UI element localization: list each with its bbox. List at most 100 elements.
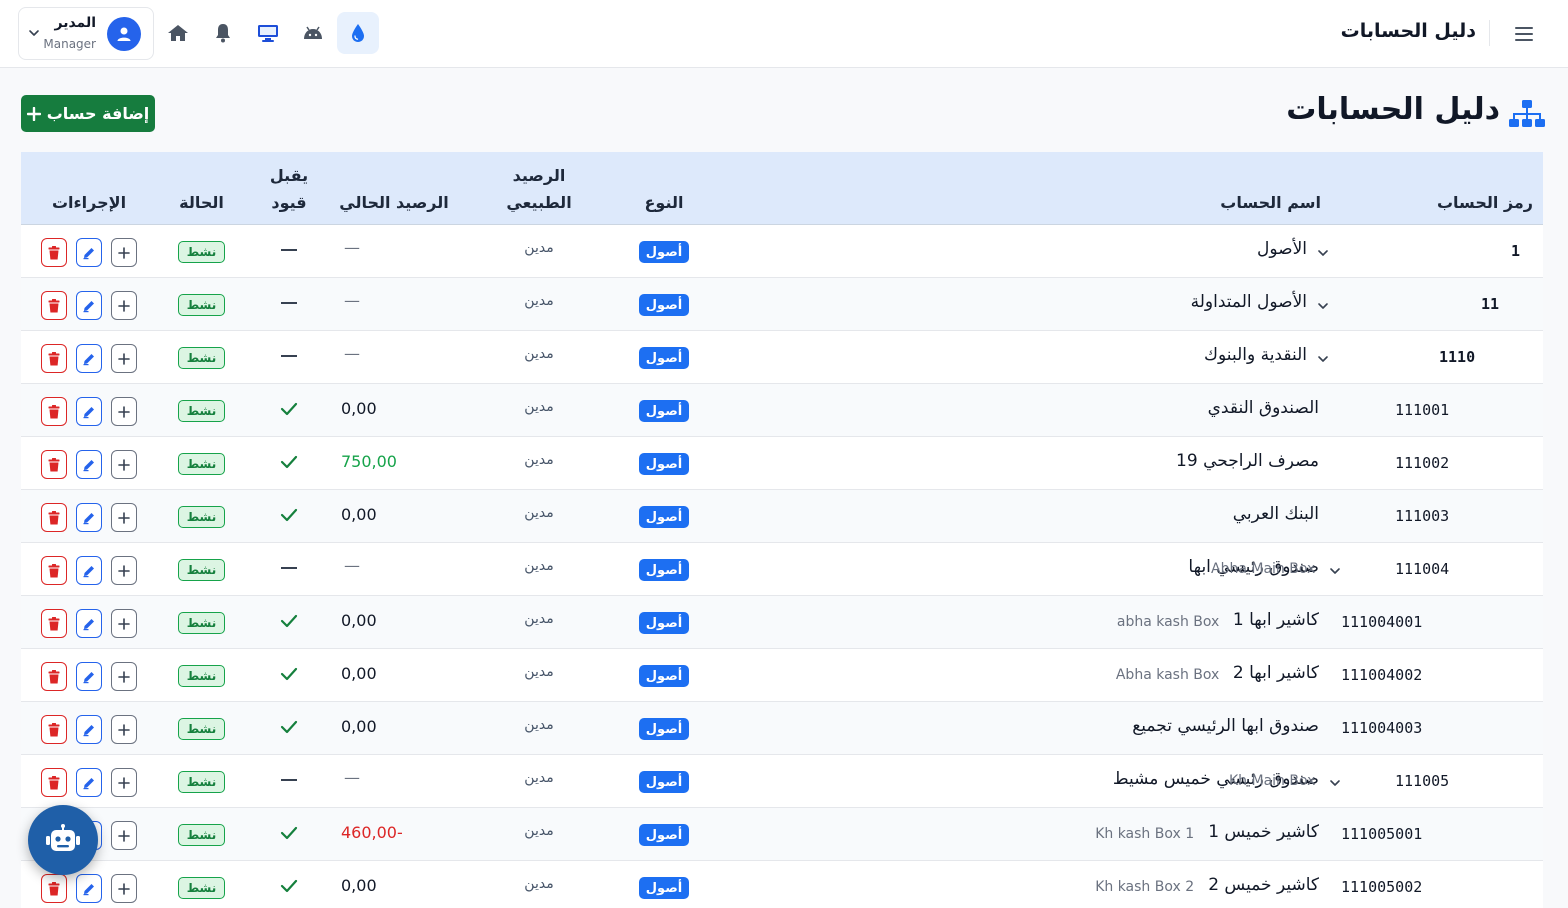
avatar: [107, 17, 141, 51]
expand-toggle[interactable]: [1317, 297, 1329, 309]
table-row[interactable]: 1 الأصول أصول مدين — نشط: [21, 225, 1543, 278]
current-balance: 0,00: [341, 399, 377, 418]
natural-balance: مدين: [524, 293, 554, 309]
pencil-icon: [83, 883, 94, 895]
table-row[interactable]: 111004003 صندوق ابها الرئيسي تجميع أصول مدي…: [21, 702, 1543, 755]
add-child-button[interactable]: [111, 344, 137, 373]
delete-button[interactable]: [41, 344, 67, 373]
table-row[interactable]: 111004002 كاشير ابها 2 Abha kash Box أصول مد…: [21, 649, 1543, 702]
account-name: كاشير ابها 2: [1232, 663, 1319, 683]
add-child-button[interactable]: [111, 397, 137, 426]
expand-toggle[interactable]: [1317, 350, 1329, 362]
delete-button[interactable]: [41, 238, 67, 267]
account-code: 111004002: [1341, 666, 1423, 684]
delete-button[interactable]: [41, 556, 67, 585]
natural-balance: مدين: [524, 823, 554, 839]
edit-button[interactable]: [76, 768, 102, 797]
add-child-button[interactable]: [111, 662, 137, 691]
user-menu[interactable]: المدير Manager: [18, 7, 154, 60]
edit-button[interactable]: [76, 397, 102, 426]
edit-button[interactable]: [76, 662, 102, 691]
trash-icon: [48, 775, 60, 789]
hamburger-icon: [1515, 27, 1533, 41]
edit-button[interactable]: [76, 874, 102, 903]
accepts-posting: [280, 559, 298, 577]
table-row[interactable]: 111002 مصرف الراجحي 19 أصول مدين 750,00 نشط: [21, 437, 1543, 490]
check-icon: [280, 455, 298, 469]
dash-icon: [281, 355, 297, 357]
col-natural-line1: الرصيد: [512, 166, 566, 185]
expand-toggle[interactable]: [1317, 244, 1329, 256]
trash-icon: [48, 881, 60, 895]
add-child-button[interactable]: [111, 556, 137, 585]
account-name-en: Kh Main Box: [1229, 773, 1316, 789]
add-child-button[interactable]: [111, 450, 137, 479]
status-badge: نشط: [178, 559, 225, 581]
type-badge: أصول: [639, 771, 689, 793]
desktop-button[interactable]: [247, 12, 289, 54]
edit-button[interactable]: [76, 503, 102, 532]
table-row[interactable]: 111005 صندوق رئيسي خميس مشيط Kh Main Box أص…: [21, 755, 1543, 808]
add-child-button[interactable]: [111, 503, 137, 532]
bell-icon: [216, 24, 230, 43]
top-bar: المدير Manager دليل الحسابات: [0, 0, 1568, 68]
delete-button[interactable]: [41, 715, 67, 744]
table-row[interactable]: 111004 صندوق رئيسي ابها Abha Main Box أصول م…: [21, 543, 1543, 596]
col-status: الحالة: [179, 193, 224, 212]
delete-button[interactable]: [41, 768, 67, 797]
edit-button[interactable]: [76, 450, 102, 479]
edit-button[interactable]: [76, 715, 102, 744]
notifications-button[interactable]: [202, 12, 244, 54]
add-child-button[interactable]: [111, 609, 137, 638]
natural-balance: مدين: [524, 399, 554, 415]
delete-button[interactable]: [41, 291, 67, 320]
table-row[interactable]: 111005001 كاشير خميس 1 Kh kash Box 1 أصول مد…: [21, 808, 1543, 861]
delete-button[interactable]: [41, 503, 67, 532]
status-badge: نشط: [178, 347, 225, 369]
desktop-icon: [258, 25, 278, 42]
plus-icon: [118, 299, 130, 312]
edit-button[interactable]: [76, 238, 102, 267]
natural-balance: مدين: [524, 452, 554, 468]
status-badge: نشط: [178, 665, 225, 687]
delete-button[interactable]: [41, 450, 67, 479]
edit-button[interactable]: [76, 291, 102, 320]
edit-button[interactable]: [76, 609, 102, 638]
delete-button[interactable]: [41, 609, 67, 638]
plus-icon: [118, 246, 130, 259]
home-button[interactable]: [157, 12, 199, 54]
add-child-button[interactable]: [111, 821, 137, 850]
add-child-button[interactable]: [111, 768, 137, 797]
table-row[interactable]: 1110 النقدية والبنوك أصول مدين — نشط: [21, 331, 1543, 384]
delete-button[interactable]: [41, 397, 67, 426]
table-row[interactable]: 11 الأصول المتداولة أصول مدين — نشط: [21, 278, 1543, 331]
theme-button[interactable]: [337, 12, 379, 54]
table-row[interactable]: 111004001 كاشير ابها 1 abha kash Box أصول مد…: [21, 596, 1543, 649]
assistant-button[interactable]: [28, 805, 98, 875]
add-child-button[interactable]: [111, 238, 137, 267]
natural-balance: مدين: [524, 505, 554, 521]
add-child-button[interactable]: [111, 291, 137, 320]
edit-button[interactable]: [76, 344, 102, 373]
delete-button[interactable]: [41, 662, 67, 691]
add-child-button[interactable]: [111, 715, 137, 744]
status-badge: نشط: [178, 718, 225, 740]
accepts-posting: [280, 400, 298, 418]
table-row[interactable]: 111003 البنك العربي أصول مدين 0,00 نشط: [21, 490, 1543, 543]
android-button[interactable]: [292, 12, 334, 54]
table-row[interactable]: 111001 الصندوق النقدي أصول مدين 0,00 نشط: [21, 384, 1543, 437]
menu-toggle-button[interactable]: [1510, 20, 1538, 48]
type-badge: أصول: [639, 294, 689, 316]
pencil-icon: [83, 247, 94, 259]
edit-button[interactable]: [76, 556, 102, 585]
delete-button[interactable]: [41, 874, 67, 903]
trash-icon: [48, 457, 60, 471]
expand-toggle[interactable]: [1329, 774, 1341, 786]
expand-toggle[interactable]: [1329, 562, 1341, 574]
account-code: 1110: [1439, 348, 1476, 366]
add-account-button[interactable]: إضافة حساب: [21, 95, 155, 132]
account-name: كاشير خميس 1: [1208, 822, 1319, 842]
table-row[interactable]: 111005002 كاشير خميس 2 Kh kash Box 2 أصول مد…: [21, 861, 1543, 908]
account-name: الصندوق النقدي: [1207, 398, 1319, 418]
add-child-button[interactable]: [111, 874, 137, 903]
